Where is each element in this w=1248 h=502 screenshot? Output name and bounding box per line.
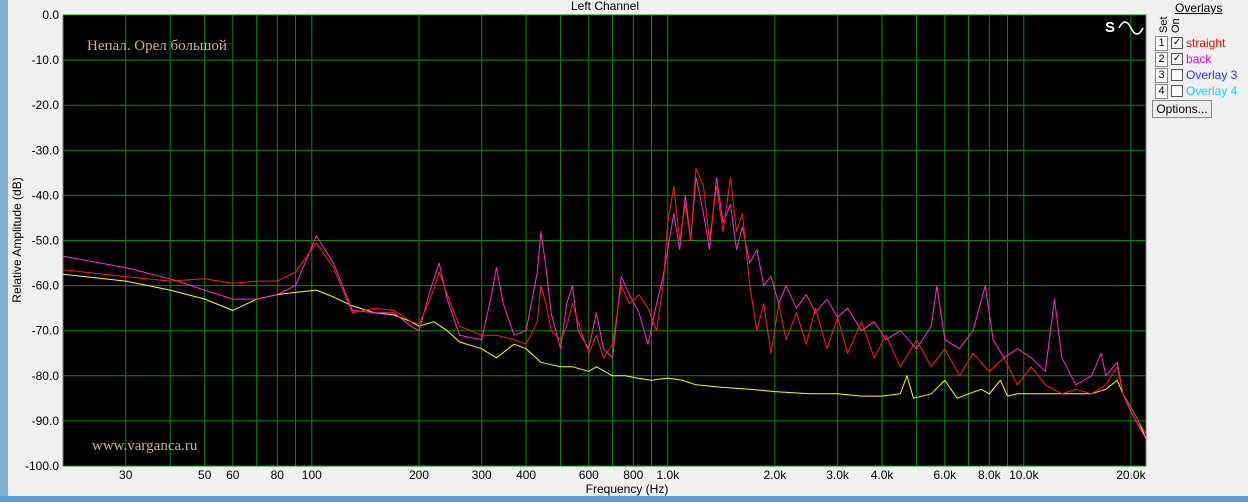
y-tick-label: -100.0 — [25, 459, 59, 473]
x-tick-label: 60 — [226, 468, 240, 482]
overlay-row-4: 4 Overlay 4 — [1155, 84, 1248, 99]
y-tick-label: -60.0 — [32, 279, 60, 293]
overlay-row-3: 3 Overlay 3 — [1155, 68, 1248, 83]
s-glyph: S — [1105, 19, 1115, 36]
x-tick-label: 50 — [198, 468, 212, 482]
x-tick-label: 200 — [409, 468, 429, 482]
x-tick-label: 100 — [302, 468, 322, 482]
x-tick-label: 2.0k — [764, 468, 788, 482]
overlay-label: Overlay 4 — [1186, 84, 1238, 98]
x-tick-label: 3.0k — [826, 468, 850, 482]
y-tick-label: -30.0 — [32, 143, 60, 157]
overlay-checkbox[interactable]: ✓ — [1171, 37, 1183, 49]
x-tick-label: 8.0k — [978, 468, 1002, 482]
overlay-checkbox[interactable]: ✓ — [1171, 53, 1183, 65]
x-tick-label: 1.0k — [656, 468, 680, 482]
y-axis-title: Relative Amplitude (dB) — [10, 177, 24, 302]
x-axis-title: Frequency (Hz) — [586, 482, 669, 496]
overlay-set-button[interactable]: 1 — [1155, 36, 1168, 51]
y-tick-label: -10.0 — [32, 53, 60, 67]
overlay-label: straight — [1186, 36, 1226, 50]
x-tick-label: 80 — [271, 468, 285, 482]
y-tick-label: 0.0 — [42, 8, 59, 22]
overlay-checkbox[interactable] — [1171, 85, 1183, 97]
spectrum-chart: Left Channel 0.0 -10.0 -20.0 -30.0 -40.0 -50.… — [10, 0, 1147, 496]
x-tick-labels: 30 50 60 80 100 200 300 400 600 800 1.0k 2.0k 3.0k 4.… — [119, 468, 1147, 482]
overlays-panel: Set On Overlays 1 ✓ straight 2 ✓ back 3 Overlay… — [1150, 0, 1248, 130]
y-tick-label: -50.0 — [32, 234, 60, 248]
y-tick-labels: 0.0 -10.0 -20.0 -30.0 -40.0 -50.0 -60.0 -70.0 -8… — [25, 8, 59, 473]
overlay-label: Overlay 3 — [1186, 68, 1238, 82]
x-tick-label: 6.0k — [933, 468, 957, 482]
on-column-label: On — [1170, 18, 1182, 33]
set-column-label: Set — [1158, 16, 1170, 33]
x-tick-label: 10.0k — [1009, 468, 1039, 482]
overlay-set-button[interactable]: 4 — [1155, 84, 1168, 99]
x-tick-label: 600 — [579, 468, 599, 482]
overlays-title: Overlays — [1175, 1, 1223, 15]
annotation-title: Непал. Орел большой — [87, 38, 227, 54]
x-tick-label: 20.0k — [1116, 468, 1146, 482]
x-tick-label: 300 — [472, 468, 492, 482]
x-tick-label: 4.0k — [871, 468, 895, 482]
y-tick-label: -20.0 — [32, 98, 60, 112]
x-tick-label: 400 — [516, 468, 536, 482]
x-tick-label: 30 — [119, 468, 133, 482]
overlay-set-button[interactable]: 3 — [1155, 68, 1168, 83]
overlay-row-1: 1 ✓ straight — [1155, 36, 1248, 51]
overlay-row-2: 2 ✓ back — [1155, 52, 1248, 67]
overlay-label: back — [1186, 52, 1212, 66]
annotation-website: www.varganca.ru — [92, 438, 198, 454]
overlay-checkbox[interactable] — [1171, 69, 1183, 81]
y-tick-label: -80.0 — [32, 369, 60, 383]
overlay-set-button[interactable]: 2 — [1155, 52, 1168, 67]
y-tick-label: -40.0 — [32, 188, 60, 202]
options-button[interactable]: Options... — [1152, 100, 1212, 118]
chart-title: Left Channel — [571, 0, 639, 13]
y-tick-label: -70.0 — [32, 324, 60, 338]
x-tick-label: 800 — [623, 468, 643, 482]
y-tick-label: -90.0 — [32, 414, 60, 428]
